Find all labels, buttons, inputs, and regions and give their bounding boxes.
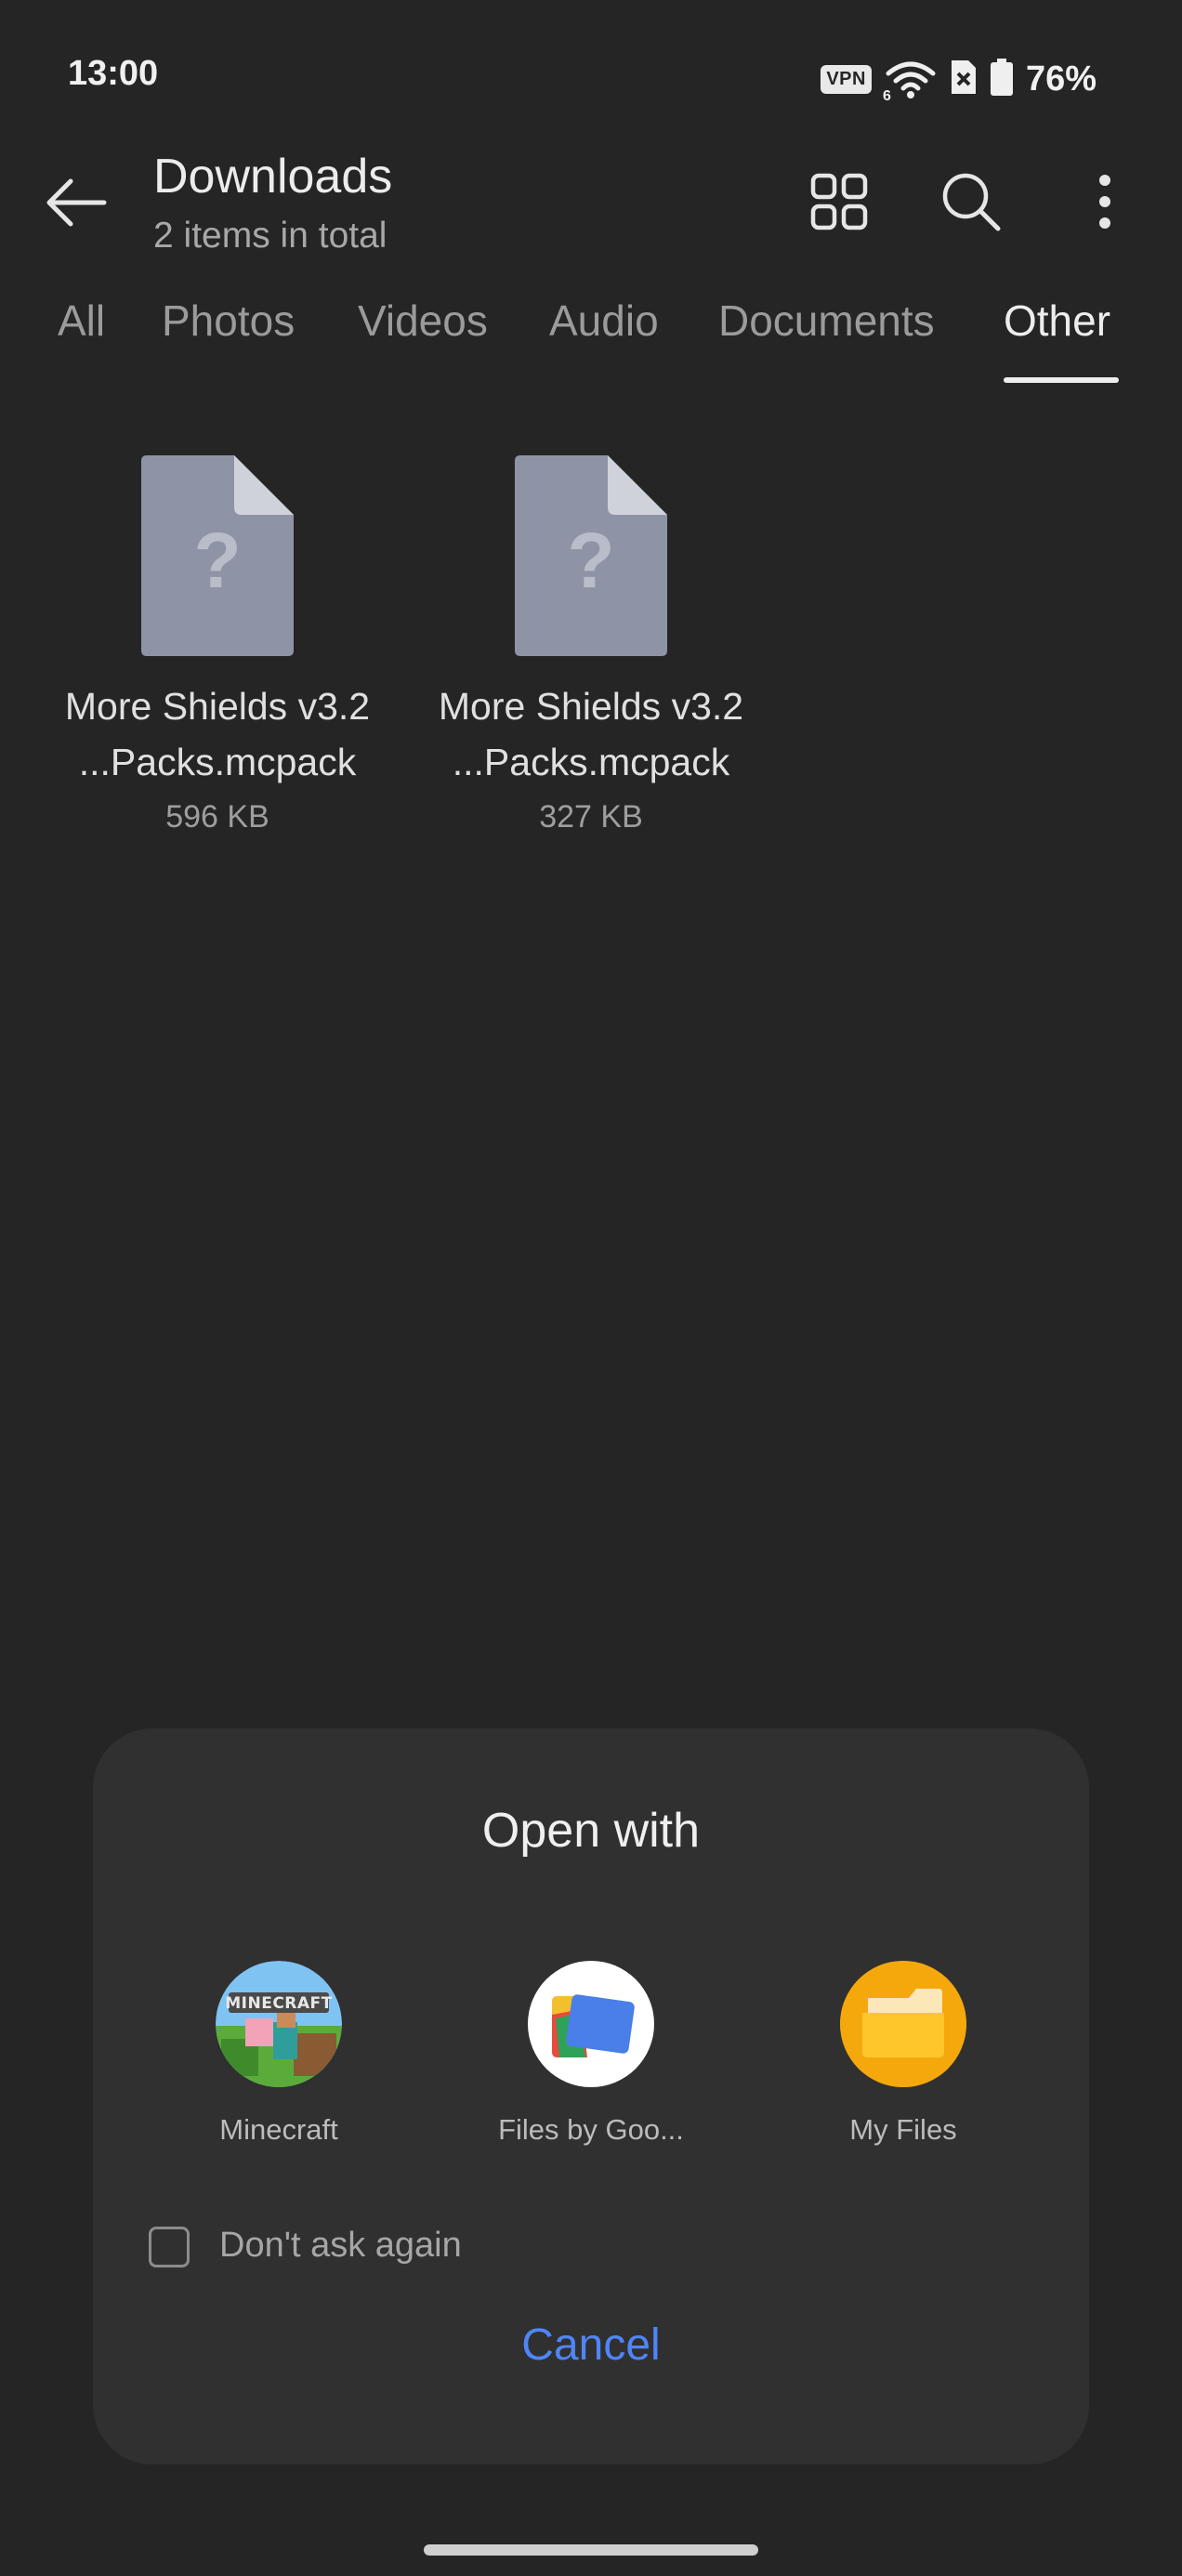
category-tabs: All Photos Videos Audio Documents Other	[0, 296, 1182, 388]
home-indicator[interactable]	[424, 2544, 758, 2556]
tab-documents[interactable]: Documents	[718, 296, 935, 346]
page-title: Downloads	[153, 150, 393, 204]
dialog-title: Open with	[481, 1804, 701, 1858]
minecraft-icon: MINECRAFT	[216, 1961, 342, 2087]
files-by-google-icon	[528, 1961, 654, 2087]
no-sim-icon	[950, 59, 978, 100]
grid-view-button[interactable]	[797, 160, 881, 243]
status-time: 13:00	[68, 54, 159, 93]
tab-photos[interactable]: Photos	[162, 296, 295, 346]
file-item[interactable]: ? More Shields v3.2 ...Packs.mcpack 596 …	[41, 455, 394, 835]
svg-text:MINECRAFT: MINECRAFT	[225, 1994, 333, 2013]
search-icon	[942, 173, 1001, 231]
file-name-line1: More Shields v3.2	[64, 685, 371, 728]
app-label: My Files	[849, 2113, 957, 2146]
svg-text:?: ?	[567, 517, 614, 604]
file-name-line2: ...Packs.mcpack	[452, 741, 730, 783]
app-option-minecraft[interactable]: MINECRAFT Minecraft	[139, 1961, 418, 2147]
back-arrow-icon	[46, 178, 107, 227]
dont-ask-again-label[interactable]: Don't ask again	[219, 2226, 462, 2266]
file-item[interactable]: ? More Shields v3.2 ...Packs.mcpack 327 …	[414, 455, 768, 835]
file-size: 596 KB	[165, 799, 269, 835]
grid-icon	[810, 173, 868, 230]
file-size: 327 KB	[539, 799, 643, 835]
more-options-button[interactable]	[1063, 160, 1147, 243]
back-button[interactable]	[39, 165, 113, 240]
my-files-icon	[840, 1961, 966, 2087]
app-label: Files by Goo...	[498, 2113, 684, 2146]
battery-percent: 76%	[1025, 59, 1097, 99]
vpn-icon: VPN	[821, 64, 872, 94]
network-label: 6	[882, 88, 891, 104]
status-icons: VPN 6 76%	[821, 58, 1097, 104]
wifi-icon: 6	[883, 59, 937, 104]
more-vert-icon	[1099, 175, 1110, 229]
active-tab-indicator	[1004, 377, 1119, 383]
unknown-file-icon: ?	[515, 455, 667, 656]
app-option-my-files[interactable]: My Files	[764, 1961, 1043, 2147]
tab-all[interactable]: All	[58, 296, 105, 346]
battery-icon	[990, 58, 1013, 100]
file-name-line1: More Shields v3.2	[438, 685, 744, 728]
tab-other[interactable]: Other	[1004, 296, 1110, 346]
tab-audio[interactable]: Audio	[549, 296, 659, 346]
svg-text:?: ?	[193, 517, 241, 604]
cancel-button[interactable]: Cancel	[93, 2320, 1089, 2371]
item-count: 2 items in total	[153, 216, 387, 256]
app-label: Minecraft	[219, 2113, 338, 2146]
unknown-file-icon: ?	[141, 455, 294, 656]
app-option-files-by-google[interactable]: Files by Goo...	[452, 1961, 730, 2147]
open-with-dialog: Open with MINECRAFT Minecraft Files by G…	[93, 1728, 1089, 2464]
dont-ask-again-checkbox[interactable]	[149, 2227, 190, 2267]
file-name-line2: ...Packs.mcpack	[78, 741, 357, 783]
search-button[interactable]	[929, 160, 1013, 243]
tab-videos[interactable]: Videos	[358, 296, 488, 346]
